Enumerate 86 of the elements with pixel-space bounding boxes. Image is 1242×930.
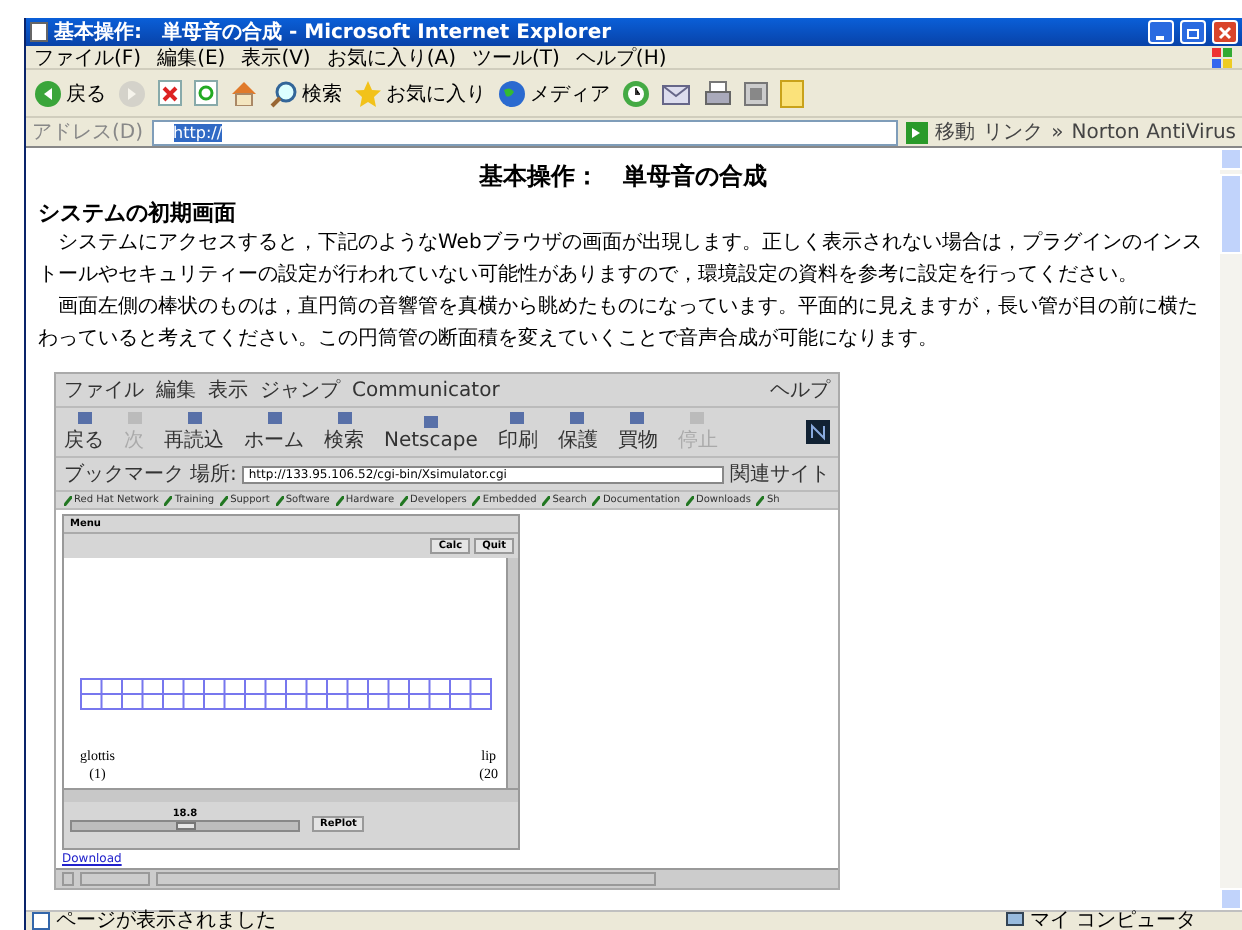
status-text: ページが表示されました [56, 911, 278, 930]
scroll-thumb[interactable] [1220, 174, 1242, 254]
edit-icon [744, 81, 768, 105]
refresh-icon [194, 80, 218, 106]
bookmark-icon [64, 495, 72, 505]
media-button[interactable]: メディア [498, 79, 610, 107]
clock-icon [622, 79, 650, 107]
bookmarks-label[interactable]: ブックマーク [64, 460, 184, 488]
address-label: アドレス(D) [32, 120, 144, 146]
toolbar-button[interactable]: 戻る [64, 410, 104, 454]
bookmark-icon [542, 495, 551, 505]
menu-item[interactable]: ファイル(F) [34, 43, 142, 71]
go-button[interactable]: 移動 [935, 118, 976, 146]
toolbar-icon [628, 410, 647, 426]
edit-button[interactable] [744, 81, 768, 105]
search-icon [270, 79, 298, 107]
address-field[interactable]: http:// [151, 119, 898, 145]
page-icon [30, 22, 48, 42]
home-button[interactable] [230, 80, 258, 106]
toolbar-button[interactable]: ホーム [244, 410, 304, 454]
toolbar-icon [75, 410, 93, 426]
forward-icon [118, 79, 146, 107]
toolbar-button[interactable]: 再読込 [164, 410, 224, 454]
windows-logo-icon [1210, 47, 1234, 67]
globe-icon [498, 79, 526, 107]
related-sites-label[interactable]: 関連サイト [730, 460, 830, 488]
star-icon [354, 79, 382, 107]
restore-button[interactable] [1180, 20, 1206, 44]
menu-item[interactable]: ツール(T) [472, 43, 560, 71]
toolbar-icon [185, 410, 203, 426]
close-icon [1218, 25, 1232, 39]
back-button[interactable]: 戻る [34, 79, 106, 107]
search-button[interactable]: 検索 [270, 79, 342, 107]
close-button[interactable] [1212, 20, 1238, 44]
favorites-button[interactable]: お気に入り [354, 79, 486, 107]
toolbar-button[interactable]: 買物 [617, 410, 658, 454]
toolbar-icon [335, 410, 353, 426]
mail-icon [662, 81, 692, 105]
toolbar-icon [125, 410, 143, 426]
history-button[interactable] [622, 79, 650, 107]
computer-icon [1005, 912, 1024, 930]
toolbar-icon [265, 410, 283, 426]
toolbar-icon [688, 410, 707, 426]
print-button[interactable] [704, 80, 732, 106]
logo-icon [806, 420, 830, 444]
stop-icon [158, 80, 182, 106]
printer-icon [704, 80, 732, 106]
mail-button[interactable] [662, 81, 692, 105]
section-heading: システムの初期画面 [38, 198, 238, 228]
links-button[interactable]: リンク [983, 118, 1044, 146]
bookmark-icon [335, 495, 344, 505]
toolbar-button[interactable]: 印刷 [497, 410, 538, 454]
location-label: 場所: [190, 461, 237, 488]
zone-text: マイ コンピュータ [1029, 911, 1198, 930]
window-title: 基本操作: 単母音の合成 - Microsoft Internet Explorer [54, 18, 614, 46]
page-title: 基本操作： 単母音の合成 [477, 160, 769, 194]
toolbar-icon [568, 410, 587, 426]
bookmark-icon [756, 495, 765, 505]
bookmark-icon [472, 495, 481, 505]
bookmark-icon [685, 495, 694, 505]
toolbar-button[interactable]: 検索 [324, 410, 364, 454]
note-icon [780, 79, 804, 107]
bookmark-icon [400, 495, 409, 505]
bookmark-icon [275, 495, 284, 505]
bookmark-icon [164, 495, 173, 505]
paragraph: 画面左側の棒状のものは，直円筒の音響管を真横から眺めたものになっています。平面的に見えますが，長い管が目の前に横たわっていると考えてください。この円筒管の断面積を変えていくことで音声合成が可能になります。 [38, 293, 1200, 354]
menu-item[interactable]: ヘルプ(H) [575, 43, 667, 71]
menu-item[interactable]: お気に入り(A) [326, 43, 456, 71]
toolbar-icon [508, 410, 527, 426]
back-icon [34, 79, 62, 107]
bookmark-icon [220, 495, 229, 505]
menu-item[interactable]: 編集(E) [157, 43, 226, 71]
refresh-button[interactable] [194, 80, 218, 106]
toolbar-button[interactable]: 保護 [557, 410, 598, 454]
addon-button[interactable]: Norton AntiVirus [1071, 121, 1236, 143]
minimize-button[interactable] [1148, 20, 1174, 44]
bookmark-icon [592, 495, 601, 505]
more-links-button[interactable]: » [1051, 121, 1064, 143]
stop-button[interactable] [158, 80, 182, 106]
menu-item[interactable]: 表示(V) [241, 43, 311, 71]
note-button[interactable] [780, 79, 804, 107]
restore-icon [1186, 25, 1200, 39]
paragraph: システムにアクセスすると，下記のようなWebブラウザの画面が出現します。正しく表示されない場合は，プラグインのインストールやセキュリティーの設定が行われていない可能性がありますので，環境設定の資料を参考に設定を行ってください。 [38, 229, 1204, 290]
home-icon [230, 80, 258, 106]
toolbar-icon [421, 413, 440, 429]
toolbar-button[interactable]: Netscape [384, 413, 478, 451]
